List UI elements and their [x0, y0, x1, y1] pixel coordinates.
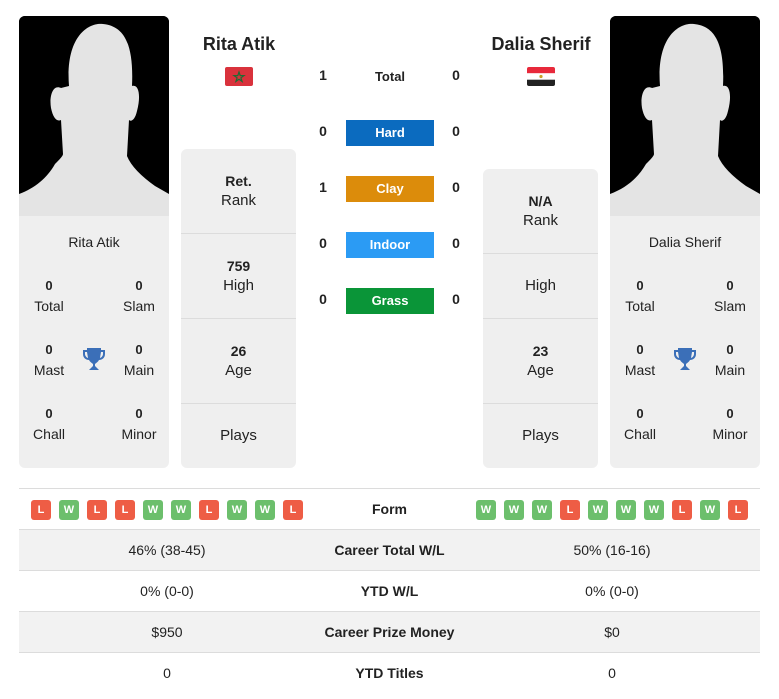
- form-win-badge[interactable]: W: [504, 500, 524, 520]
- h2h-total-label: Total: [374, 69, 406, 84]
- career-wl-right: 50% (16-16): [573, 542, 651, 558]
- titles-total: 0 Total: [625, 278, 655, 314]
- silhouette-icon: [19, 16, 169, 216]
- titles-slam: 0 Slam: [714, 278, 746, 314]
- form-win-badge[interactable]: W: [588, 500, 608, 520]
- surface-hard-badge: Hard: [346, 120, 434, 146]
- ytd-titles-left: 0: [163, 665, 171, 681]
- rank-row: Ret. Rank: [181, 149, 296, 234]
- player-name: Dalia Sherif: [648, 234, 722, 250]
- player-photo-left: [19, 16, 169, 216]
- ytd-titles-right: 0: [608, 665, 616, 681]
- h2h-total-right: 0: [452, 67, 460, 83]
- titles-chall: 0 Chall: [33, 406, 65, 442]
- form-row: LWLLWWLWWL Form WWWLWWWLWL: [19, 489, 760, 530]
- form-loss-badge[interactable]: L: [283, 500, 303, 520]
- age-row: 23 Age: [483, 319, 598, 404]
- form-win-badge[interactable]: W: [59, 500, 79, 520]
- h2h-grass-left: 0: [319, 291, 327, 307]
- high-row: 759 High: [181, 234, 296, 319]
- table-row: 46% (38-45) Career Total W/L 50% (16-16): [19, 530, 760, 571]
- plays-row: Plays: [220, 427, 257, 444]
- table-row: 0 YTD Titles 0: [19, 653, 760, 694]
- h2h-indoor-left: 0: [319, 235, 327, 251]
- form-win-badge[interactable]: W: [143, 500, 163, 520]
- form-win-badge[interactable]: W: [476, 500, 496, 520]
- h2h-grass-right: 0: [452, 291, 460, 307]
- form-loss-badge[interactable]: L: [115, 500, 135, 520]
- player-photo-right: [610, 16, 760, 216]
- titles-minor: 0 Minor: [712, 406, 748, 442]
- form-loss-badge[interactable]: L: [31, 500, 51, 520]
- titles-slam: 0 Slam: [123, 278, 155, 314]
- prize-money-left: $950: [151, 624, 183, 640]
- trophy-icon: [673, 346, 697, 372]
- surface-grass-badge: Grass: [346, 288, 434, 314]
- h2h-clay-left: 1: [319, 179, 327, 195]
- surface-clay-badge: Clay: [346, 176, 434, 202]
- egypt-flag-icon: [527, 67, 555, 86]
- titles-main: 0 Main: [123, 342, 155, 378]
- ytd-wl-left: 0% (0-0): [140, 583, 194, 599]
- titles-minor: 0 Minor: [121, 406, 157, 442]
- titles-main: 0 Main: [714, 342, 746, 378]
- titles-mast: 0 Mast: [624, 342, 656, 378]
- career-wl-left: 46% (38-45): [128, 542, 206, 558]
- age-row: 26 Age: [181, 319, 296, 404]
- ytd-wl-right: 0% (0-0): [585, 583, 639, 599]
- form-win-badge[interactable]: W: [700, 500, 720, 520]
- h2h-total-left: 1: [319, 67, 327, 83]
- player-title-left[interactable]: Rita Atik: [159, 34, 319, 55]
- form-loss-badge[interactable]: L: [672, 500, 692, 520]
- player-title-right[interactable]: Dalia Sherif: [461, 34, 621, 55]
- trophy-icon: [82, 346, 106, 372]
- form-win-badge[interactable]: W: [227, 500, 247, 520]
- ytd-titles-label: YTD Titles: [355, 665, 424, 681]
- plays-row: Plays: [522, 427, 559, 444]
- titles-chall: 0 Chall: [624, 406, 656, 442]
- h2h-clay-right: 0: [452, 179, 460, 195]
- info-box-left: Ret. Rank 759 High 26 Age Plays: [181, 149, 296, 468]
- titles-mast: 0 Mast: [33, 342, 65, 378]
- form-loss-badge[interactable]: L: [728, 500, 748, 520]
- morocco-flag-icon: [225, 67, 253, 86]
- surface-indoor-badge: Indoor: [346, 232, 434, 258]
- high-row: High: [483, 254, 598, 319]
- form-win-badge[interactable]: W: [255, 500, 275, 520]
- silhouette-icon: [610, 16, 760, 216]
- table-row: $950 Career Prize Money $0: [19, 612, 760, 653]
- form-loss-badge[interactable]: L: [87, 500, 107, 520]
- form-loss-badge[interactable]: L: [199, 500, 219, 520]
- prize-money-right: $0: [604, 624, 620, 640]
- h2h-indoor-right: 0: [452, 235, 460, 251]
- form-win-badge[interactable]: W: [616, 500, 636, 520]
- h2h-hard-right: 0: [452, 123, 460, 139]
- form-win-badge[interactable]: W: [644, 500, 664, 520]
- h2h-hard-left: 0: [319, 123, 327, 139]
- form-win-badge[interactable]: W: [171, 500, 191, 520]
- player-card-left: Rita Atik 0 Total 0 Slam 0 Mast 0 Main 0 Chal…: [19, 216, 169, 468]
- table-row: 0% (0-0) YTD W/L 0% (0-0): [19, 571, 760, 612]
- career-wl-label: Career Total W/L: [334, 542, 445, 558]
- titles-total: 0 Total: [34, 278, 64, 314]
- prize-money-label: Career Prize Money: [324, 624, 455, 640]
- info-box-right: N/A Rank High 23 Age Plays: [483, 169, 598, 468]
- rank-row: N/A Rank: [483, 169, 598, 254]
- player-card-right: Dalia Sherif 0 Total 0 Slam 0 Mast 0 Main 0C…: [610, 216, 760, 468]
- form-loss-badge[interactable]: L: [560, 500, 580, 520]
- form-label: Form: [372, 501, 407, 517]
- form-win-badge[interactable]: W: [532, 500, 552, 520]
- ytd-wl-label: YTD W/L: [360, 583, 419, 599]
- player-name: Rita Atik: [68, 234, 120, 250]
